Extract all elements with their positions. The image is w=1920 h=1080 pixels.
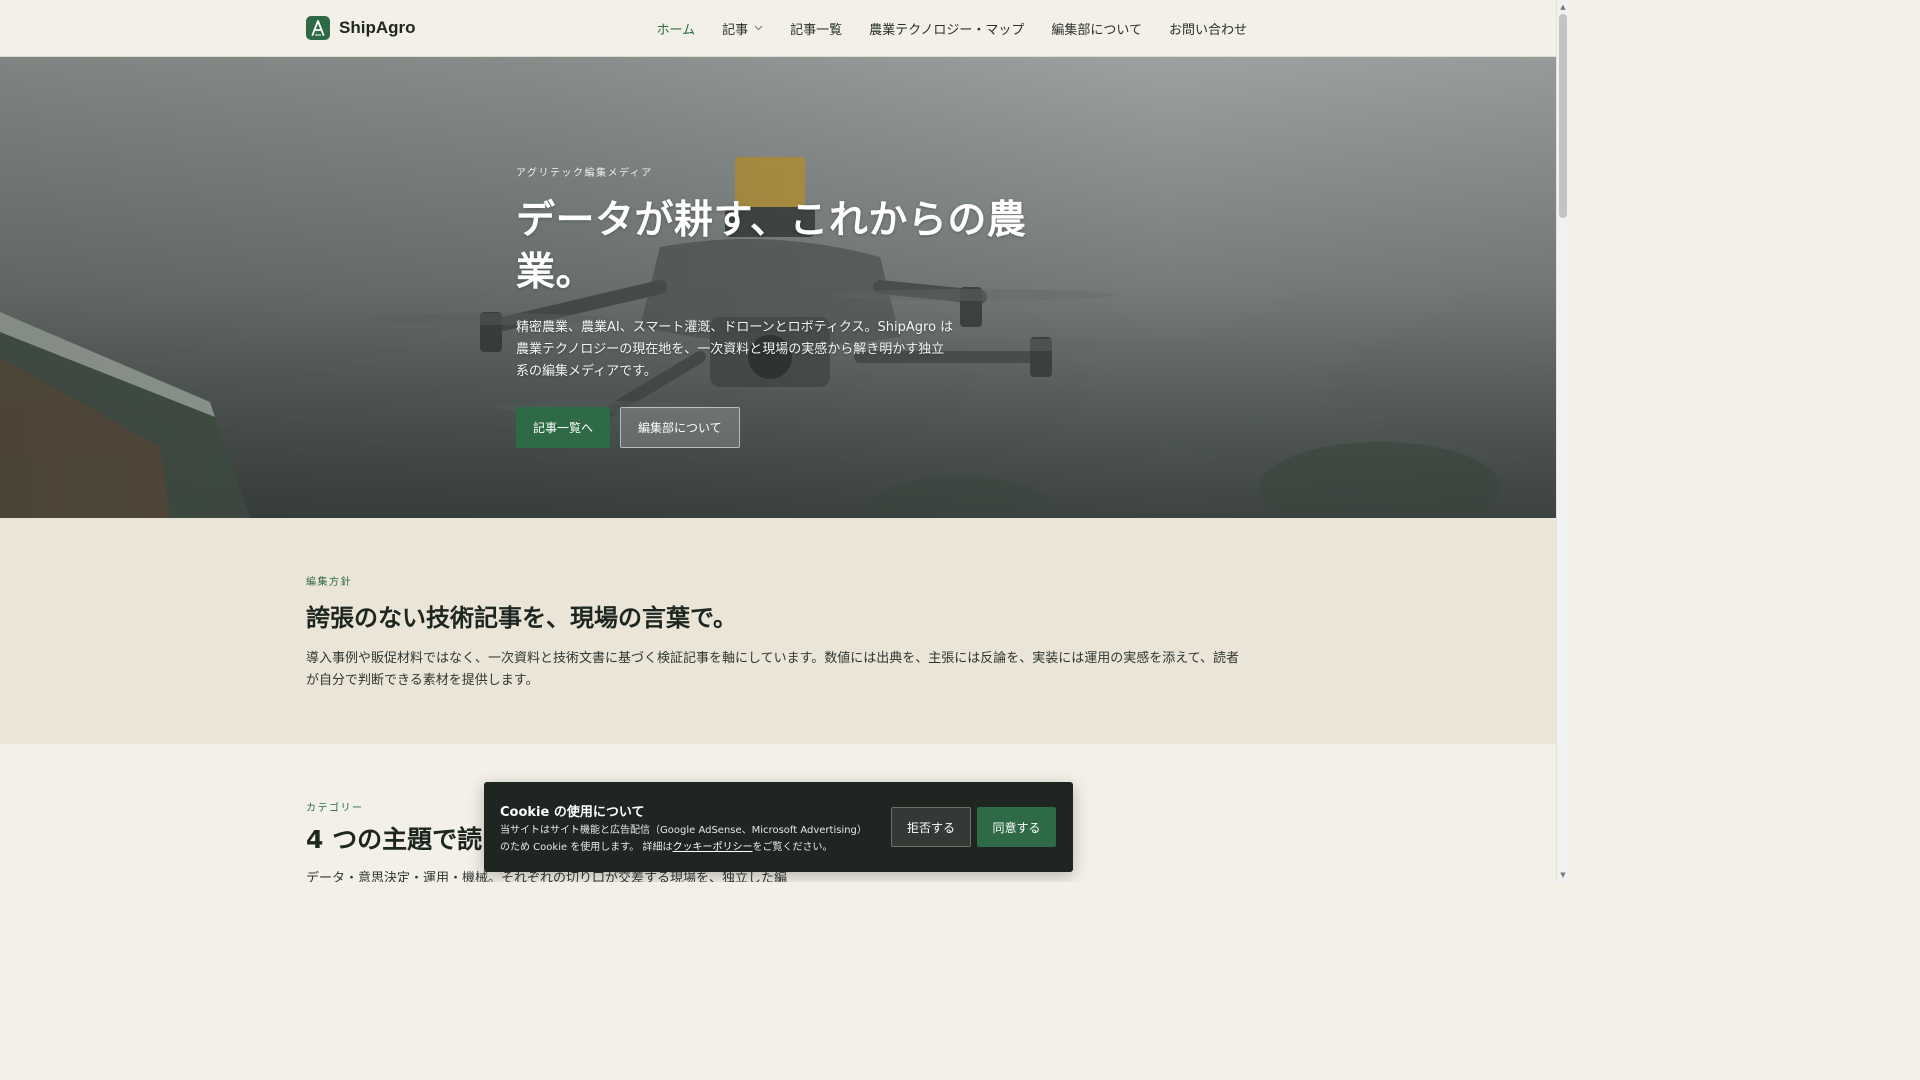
- nav-tech-map[interactable]: 農業テクノロジー・マップ: [869, 19, 1024, 38]
- scroll-up-arrow-icon[interactable]: ▲: [1559, 2, 1567, 12]
- categories-eyebrow: カテゴリー: [306, 803, 364, 814]
- cookie-title: Cookie の使用について: [500, 805, 645, 820]
- site-logo[interactable]: ShipAgro: [306, 16, 416, 40]
- cookie-text-end: をご覧ください。: [752, 842, 833, 853]
- cookie-banner: Cookie の使用について 当サイトはサイト機能と広告配信（Google Ad…: [484, 782, 1073, 872]
- cookie-policy-link[interactable]: クッキーポリシー: [672, 842, 752, 853]
- hero-description: 精密農業、農業AI、スマート灌漑、ドローンとロボティクス。ShipAgro は農…: [516, 320, 954, 379]
- leaf-a-logo-icon: [306, 16, 330, 40]
- nav-articles-dropdown[interactable]: 記事: [722, 19, 763, 38]
- hero-title-line1: データが耕す、これからの農: [516, 198, 1027, 243]
- editorial-policy-section: 編集方針 誇張のない技術記事を、現場の言葉で。 導入事例や販促材料ではなく、一次…: [0, 518, 1556, 744]
- scrollbar-thumb[interactable]: [1559, 14, 1567, 218]
- nav-contact[interactable]: お問い合わせ: [1169, 19, 1247, 38]
- hero-buttons: 記事一覧へ 編集部について: [516, 407, 1056, 448]
- scroll-down-arrow-icon[interactable]: ▼: [1559, 870, 1567, 880]
- nav-article-list[interactable]: 記事一覧: [790, 19, 842, 38]
- site-name: ShipAgro: [339, 18, 416, 37]
- hero-section: アグリテック編集メディア データが耕す、これからの農 業。 精密農業、農業AI、…: [0, 57, 1556, 518]
- cookie-reject-button[interactable]: 拒否する: [891, 807, 971, 847]
- categories-title: 4 つの主題で読: [306, 825, 483, 854]
- page-scrollbar[interactable]: ▲ ▼: [1556, 0, 1568, 882]
- hero-title: データが耕す、これからの農 業。: [516, 195, 1056, 299]
- policy-text: 導入事例や販促材料ではなく、一次資料と技術文書に基づく検証記事を軸にしています。…: [306, 651, 1240, 688]
- hero-content: アグリテック編集メディア データが耕す、これからの農 業。 精密農業、農業AI、…: [516, 164, 1056, 448]
- chevron-down-icon: [754, 24, 763, 34]
- policy-title: 誇張のない技術記事を、現場の言葉で。: [306, 604, 738, 632]
- page: ShipAgro ホーム 記事 記事一覧 農業テクノロジー・マップ 編集部につい…: [0, 0, 1556, 882]
- about-editorial-button[interactable]: 編集部について: [620, 407, 740, 448]
- nav-articles-label: 記事: [722, 23, 749, 38]
- hero-eyebrow: アグリテック編集メディア: [516, 168, 653, 179]
- article-list-button[interactable]: 記事一覧へ: [516, 407, 611, 448]
- policy-eyebrow: 編集方針: [306, 577, 352, 588]
- hero-title-line2: 業。: [516, 250, 596, 295]
- nav-about[interactable]: 編集部について: [1051, 19, 1142, 38]
- cookie-text: 当サイトはサイト機能と広告配信（Google AdSense、Microsoft…: [500, 822, 870, 856]
- site-header: ShipAgro ホーム 記事 記事一覧 農業テクノロジー・マップ 編集部につい…: [0, 0, 1556, 57]
- main-nav: ホーム 記事 記事一覧 農業テクノロジー・マップ 編集部について お問い合わせ: [656, 0, 1247, 57]
- cookie-accept-button[interactable]: 同意する: [977, 807, 1056, 847]
- nav-home[interactable]: ホーム: [656, 19, 695, 38]
